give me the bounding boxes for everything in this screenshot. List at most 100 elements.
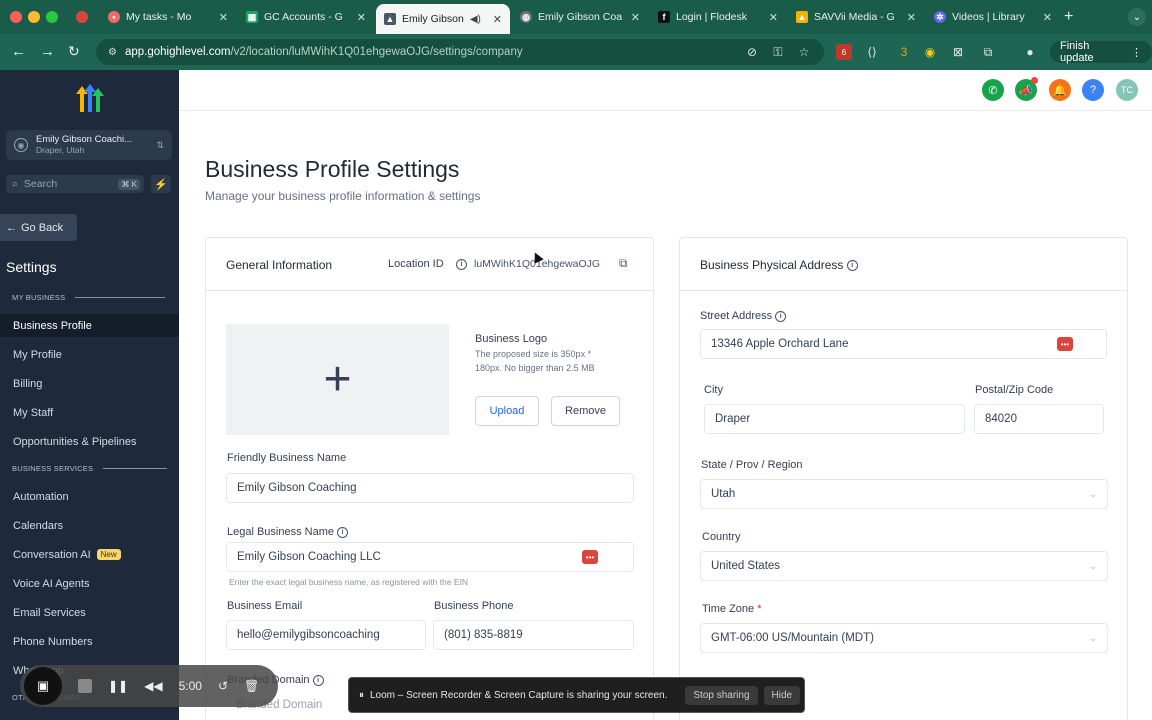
stop-recording-icon[interactable] [78, 679, 92, 693]
address-bar[interactable]: ⚙ app.gohighlevel.com/v2/location/luMWih… [96, 39, 824, 65]
browser-tab[interactable]: ◍ Emily Gibson Coa ✕ [512, 5, 648, 29]
browser-tab[interactable]: ▦ GC Accounts - G ✕ [238, 5, 374, 29]
zip-input[interactable]: 84020 [974, 404, 1104, 434]
puzzle-icon[interactable]: ⧉ [980, 44, 996, 60]
sidebar-item-calendars[interactable]: Calendars [0, 514, 179, 537]
sidebar-item-conversation-ai[interactable]: Conversation AI New [0, 543, 179, 566]
quick-actions-bolt-icon[interactable]: ⚡ [151, 175, 171, 193]
search-placeholder: Search [23, 178, 58, 190]
sidebar-item-opportunities[interactable]: Opportunities & Pipelines [0, 430, 179, 453]
screen-record-icon [76, 11, 88, 23]
sidebar-item-email-services[interactable]: Email Services [0, 601, 179, 624]
site-settings-icon[interactable]: ⚙ [108, 47, 117, 58]
remove-button[interactable]: Remove [551, 396, 620, 426]
close-tab-icon[interactable]: ✕ [219, 11, 228, 24]
country-label: Country [702, 531, 741, 543]
browser-tab[interactable] [68, 5, 98, 29]
info-icon: i [846, 260, 858, 272]
close-tab-icon[interactable]: ✕ [1043, 11, 1052, 24]
browser-tab[interactable]: • My tasks - Mo ✕ [100, 5, 236, 29]
ghl-icon: ▲ [384, 13, 396, 25]
sidebar-item-business-profile[interactable]: Business Profile [0, 314, 179, 337]
browser-tab-active[interactable]: ▲ Emily Gibson ◀) ✕ [376, 4, 510, 34]
upload-button[interactable]: Upload [475, 396, 539, 426]
stop-sharing-button[interactable]: Stop sharing [685, 685, 758, 705]
extension-badge-icon[interactable]: 3 [896, 44, 912, 60]
info-icon: i [456, 259, 467, 270]
sidebar-item-automation[interactable]: Automation [0, 485, 179, 508]
card-header: Business Physical Address i [680, 238, 1127, 291]
hide-button[interactable]: Hide [763, 685, 801, 705]
loom-recorder-controls: ▣ ❚❚ ◀◀ 5:00 ↺ 🗑 [20, 665, 278, 707]
speaker-icon[interactable]: ◀) [470, 14, 481, 25]
browser-tab[interactable]: ▲ SAVVii Media - G ✕ [788, 5, 924, 29]
maximize-window-button[interactable] [46, 11, 58, 23]
profile-icon[interactable]: ● [1022, 44, 1038, 60]
chevron-down-icon: ⌄ [1089, 632, 1097, 643]
more-vertical-icon: ⋮ [1131, 46, 1142, 59]
camera-icon[interactable]: ▣ [24, 667, 62, 705]
friendly-name-label: Friendly Business Name [227, 452, 347, 464]
card-title: Business Physical Address i [700, 258, 858, 272]
extension-icon[interactable]: 6 [836, 44, 852, 60]
minimize-window-button[interactable] [28, 11, 40, 23]
copy-icon[interactable]: ⧉ [619, 256, 628, 271]
state-select[interactable]: Utah ⌄ [700, 479, 1108, 509]
street-input[interactable]: 13346 Apple Orchard Lane [700, 329, 1107, 359]
go-back-button[interactable]: ← Go Back [0, 214, 77, 241]
camera-blocked-icon[interactable]: ⊘ [744, 44, 760, 60]
tab-title: Emily Gibson [402, 13, 464, 25]
sidebar-item-phone-numbers[interactable]: Phone Numbers [0, 630, 179, 653]
close-tab-icon[interactable]: ✕ [357, 11, 366, 24]
settings-heading: Settings [6, 259, 57, 275]
key-icon[interactable]: ⚿ [770, 44, 786, 60]
close-tab-icon[interactable]: ✕ [631, 11, 640, 24]
sidebar-item-my-staff[interactable]: My Staff [0, 401, 179, 424]
sidebar-item-voice-ai[interactable]: Voice AI Agents [0, 572, 179, 595]
legal-name-input[interactable]: Emily Gibson Coaching LLC [226, 542, 634, 572]
password-manager-icon[interactable]: ••• [582, 550, 598, 564]
rewind-icon[interactable]: ◀◀ [144, 679, 162, 693]
avatar[interactable]: TC [1116, 79, 1138, 101]
logo-upload-area[interactable]: + [226, 324, 449, 435]
finish-update-button[interactable]: Finish update ⋮ [1050, 40, 1152, 64]
drive-icon: ▲ [796, 11, 808, 23]
tab-search-chevron-icon[interactable]: ⌄ [1128, 8, 1146, 26]
arrow-left-icon: ← [6, 221, 17, 234]
extension-icon[interactable]: ◉ [922, 44, 938, 60]
close-tab-icon[interactable]: ✕ [493, 13, 502, 26]
city-input[interactable]: Draper [704, 404, 965, 434]
browser-tab[interactable]: f Login | Flodesk ✕ [650, 5, 786, 29]
loom-sharing-text: Loom – Screen Recorder & Screen Capture … [370, 689, 668, 701]
reload-icon[interactable]: ↻ [68, 43, 80, 60]
phone-icon[interactable]: ✆ [982, 79, 1004, 101]
logo-hint-line-2: 180px. No bigger than 2.5 MB [475, 363, 595, 373]
password-manager-icon[interactable]: ••• [1057, 337, 1073, 351]
sidebar-item-my-profile[interactable]: My Profile [0, 343, 179, 366]
browser-tab[interactable]: ✲ Videos | Library ✕ [926, 5, 1060, 29]
help-icon[interactable]: ? [1082, 79, 1104, 101]
back-arrow-icon[interactable]: ← [11, 43, 26, 60]
code-extension-icon[interactable]: ⟨⟩ [864, 44, 880, 60]
tab-title: GC Accounts - G [264, 11, 343, 23]
close-tab-icon[interactable]: ✕ [907, 11, 916, 24]
forward-arrow-icon[interactable]: → [40, 43, 55, 60]
star-icon[interactable]: ☆ [796, 44, 812, 60]
sidebar-item-billing[interactable]: Billing [0, 372, 179, 395]
account-switcher[interactable]: ◉ Emily Gibson Coachi... Draper, Utah ⇅ [6, 130, 172, 160]
email-input[interactable]: hello@emilygibsoncoaching [226, 620, 426, 650]
friendly-name-input[interactable]: Emily Gibson Coaching [226, 473, 634, 503]
timezone-select[interactable]: GMT-06:00 US/Mountain (MDT) ⌄ [700, 623, 1108, 653]
close-tab-icon[interactable]: ✕ [769, 11, 778, 24]
restart-icon[interactable]: ↺ [218, 679, 228, 693]
pause-icon[interactable]: ❚❚ [108, 679, 128, 693]
phone-input[interactable]: (801) 835-8819 [433, 620, 634, 650]
grid-extension-icon[interactable]: ⊠ [950, 44, 966, 60]
country-select[interactable]: United States ⌄ [700, 551, 1108, 581]
sidebar-search[interactable]: ⌕ Search ⌘ K [6, 175, 144, 193]
tab-title: SAVVii Media - G [814, 11, 895, 23]
close-window-button[interactable] [10, 11, 22, 23]
bell-icon[interactable]: 🔔 [1049, 79, 1071, 101]
trash-icon[interactable]: 🗑 [244, 679, 259, 693]
new-tab-icon[interactable]: + [1064, 8, 1073, 26]
